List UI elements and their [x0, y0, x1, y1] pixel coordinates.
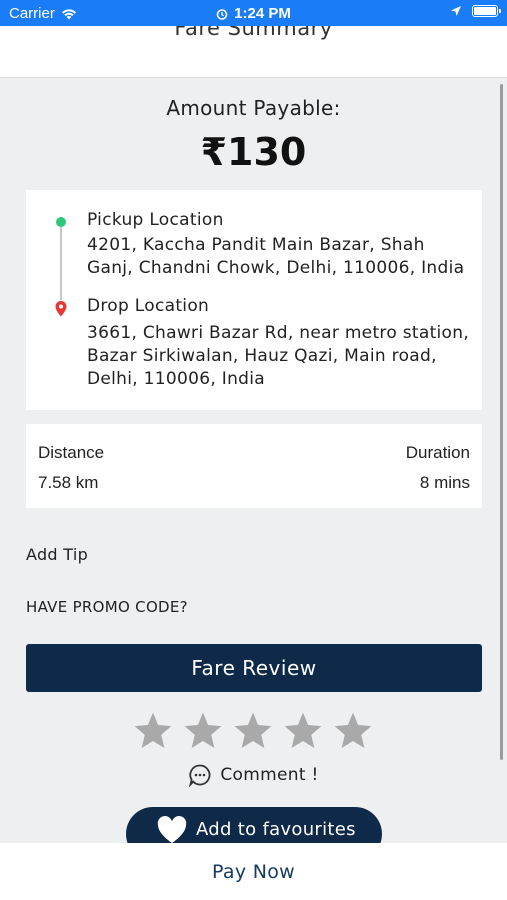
star-icon[interactable]	[132, 710, 174, 752]
comment-label: Comment !	[220, 765, 319, 785]
duration-value: 8 mins	[419, 473, 470, 492]
status-time: 1:24 PM	[234, 5, 291, 22]
star-icon[interactable]	[232, 710, 274, 752]
comment-button[interactable]: Comment !	[0, 763, 507, 787]
pickup-title: Pickup Location	[87, 210, 224, 230]
amount-payable-label: Amount Payable:	[166, 96, 341, 120]
heart-icon	[157, 816, 187, 843]
status-time-group: 1:24 PM	[0, 5, 507, 22]
status-bar: Carrier 1:24 PM	[0, 0, 507, 26]
star-icon[interactable]	[282, 710, 324, 752]
duration-label: Duration	[405, 443, 470, 462]
drop-title: Drop Location	[87, 296, 210, 316]
star-icon[interactable]	[182, 710, 224, 752]
route-line	[60, 227, 62, 300]
pickup-dot-icon	[56, 217, 66, 227]
distance-value: 7.58 km	[38, 473, 99, 492]
battery-icon	[472, 5, 501, 17]
location-arrow-icon	[451, 6, 461, 16]
alarm-icon	[216, 8, 228, 20]
promo-code-link[interactable]: HAVE PROMO CODE?	[26, 598, 188, 616]
trip-details-card: Distance 7.58 km Duration 8 mins	[26, 424, 482, 508]
add-tip-link[interactable]: Add Tip	[26, 545, 88, 564]
drop-address: 3661, Chawri Bazar Rd, near metro statio…	[87, 323, 470, 389]
star-icon[interactable]	[332, 710, 374, 752]
pay-now-button[interactable]: Pay Now	[0, 861, 507, 883]
comment-icon	[189, 764, 211, 787]
bottom-bar: Pay Now	[0, 843, 507, 900]
pickup-address: 4201, Kaccha Pandit Main Bazar, Shah Gan…	[87, 235, 465, 278]
drop-pin-icon	[55, 301, 67, 317]
nav-header: Fare Summary	[0, 26, 507, 78]
scroll-indicator[interactable]	[500, 84, 503, 760]
add-to-favourites-label: Add to favourites	[196, 819, 356, 840]
distance-label: Distance	[38, 443, 105, 462]
rating-stars	[132, 710, 374, 752]
page-title: Fare Summary	[174, 26, 333, 40]
route-card: Pickup Location 4201, Kaccha Pandit Main…	[26, 190, 482, 410]
fare-review-button[interactable]: Fare Review	[26, 644, 482, 692]
status-right	[450, 5, 501, 17]
amount-payable-value: ₹130	[200, 130, 307, 174]
